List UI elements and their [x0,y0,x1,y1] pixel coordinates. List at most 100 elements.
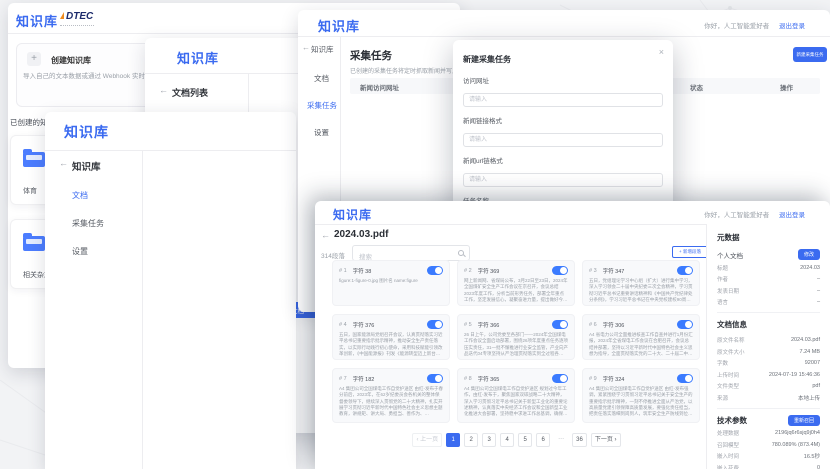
col-status: 状态 [690,82,703,92]
meta-value: – [817,288,820,294]
chunk-char-count: 字符 376 [353,321,375,329]
app-logo-doc: 知识库 [333,206,372,223]
back-arrow-icon[interactable]: ← [159,85,168,95]
logout-link[interactable]: 退出登录 [779,23,805,30]
back-arrow-icon[interactable]: ← [321,230,330,240]
doc-user-bar: 你好，人工智能爱好者 退出登录 [704,209,805,219]
chunk-enabled-toggle[interactable] [552,266,568,275]
sidebar-item-settings[interactable]: 设置 [314,127,329,138]
chunk-char-count: 字符 182 [353,375,375,383]
chunk-index: # 7 [339,376,347,382]
meta-label: 文件类型 [717,382,739,390]
chunk-card: # 4字符 376五日，国家能源局党组召开会议，认真贯彻落实习近平总书记重要指示… [332,314,450,360]
meta-label: 来源 [717,394,728,402]
chunk-index: # 3 [589,268,597,274]
tasks-user-bar: 你好，人工智能爱好者 退出登录 [704,20,805,30]
modal-title: 新建采集任务 [463,55,511,64]
meta-label: 语言 [717,298,728,306]
doc-title: 2024.03.pdf [334,229,388,240]
pagination-page-1[interactable]: 1 [446,433,460,447]
chunk-enabled-toggle[interactable] [677,320,693,329]
pagination-next[interactable]: 下一页 › [591,433,621,447]
meta-value: pdf [812,383,820,389]
chunk-text: figure:1-figure-0.jpg 图片名 name:figure [339,278,443,284]
kb-back-label[interactable]: 知识库 [72,159,101,173]
window-kb: 知识库 ← 知识库 文档 采集任务 设置 [45,112,296,469]
meta-value: 0 [817,465,820,469]
pagination-page-2[interactable]: 2 [464,433,478,447]
greeting-text: 你好，人工智能爱好者 [704,23,769,30]
meta-label: 字数 [717,359,728,367]
chunk-char-count: 字符 38 [353,267,372,275]
window-doc-detail: 知识库 你好，人工智能爱好者 退出登录 ← 2024.03.pdf 314段落 … [315,201,830,469]
meta-label: 原文件名称 [717,336,745,344]
sidebar-item-docs[interactable]: 文档 [314,73,329,84]
edit-metadata-button[interactable]: 修改 [798,249,820,260]
chunk-enabled-toggle[interactable] [427,266,443,275]
new-task-modal: 新建采集任务 × 访问网址 新闻链接格式 新闻url链格式 任务名称 是否定期执… [453,40,673,214]
chunk-text: 26 日上午，公司党委至各部门——2024年全国煤电工作会议全面启动部署，围绕2… [464,332,568,357]
sidebar-item-tasks[interactable]: 采集任务 [72,218,104,229]
field-label-url: 访问网址 [463,75,663,85]
chunk-card: # 8字符 365A4 集团公司全国煤电工作自觉护送区 规划过今年工作，由红-发… [457,368,575,423]
pagination-page-4[interactable]: 4 [500,433,514,447]
close-icon[interactable]: × [659,47,664,57]
meta-label: 召回模型 [717,441,739,449]
chunk-enabled-toggle[interactable] [552,320,568,329]
doclist-back-label[interactable]: 文档列表 [172,86,208,99]
chunk-card: # 9字符 324A4 集团公司全国煤电工作自觉护送区 由红-发布强调，紧紧围绕… [582,368,700,423]
meta-value: – [817,299,820,305]
folder-icon [23,152,45,167]
meta-value: 7.24 MB [800,349,820,355]
metadata-panel: 元数据 个人文档 修改 标题2024.03 作者– 发表日期– 语言– 文档信息… [706,224,830,469]
col-news-url: 新闻访问网址 [360,82,399,92]
chunk-char-count: 字符 347 [603,267,625,275]
chunk-enabled-toggle[interactable] [552,374,568,383]
chunk-enabled-toggle[interactable] [427,374,443,383]
chunk-enabled-toggle[interactable] [677,374,693,383]
chunk-char-count: 字符 324 [603,375,625,383]
field-input-url[interactable] [463,93,663,107]
meta-value: 16.5秒 [804,452,820,460]
chunk-text: 五日，党组理论学习中心组（扩大）进行集中学习，深入学习领会二十届中央纪委三次全会… [589,278,693,303]
app-logo-home: 知识库 [16,11,58,30]
pagination-page-36[interactable]: 36 [572,433,587,447]
chunk-char-count: 字符 306 [603,321,625,329]
re-recall-button[interactable]: 重新召回 [788,415,820,426]
field-input-link-format[interactable] [463,133,663,147]
chunk-index: # 6 [589,322,597,328]
pagination-page-6[interactable]: 6 [536,433,550,447]
chunk-text: A4 集团公司全国煤电工作自觉护送区 由红-发布于春分前后，2023年，在62岁… [339,386,443,417]
chunk-enabled-toggle[interactable] [427,320,443,329]
chunk-card: # 5 字符 366 26 日上午，公司党委至各部门——2024年全国煤电工作会议全… [457,314,575,360]
meta-label: 发表日期 [717,287,739,295]
plus-icon: + [27,52,41,66]
pagination: ‹ 上一页 1 2 3 4 5 6 ··· 36 下一页 › [332,433,701,447]
chunk-enabled-toggle[interactable] [677,266,693,275]
dtec-logo-caption [60,25,94,26]
chunk-text: 五日，国家能源局党组召开会议，认真贯彻落实习近平总书记重要指示批示精神，推动安全… [339,332,443,357]
logout-link[interactable]: 退出登录 [779,212,805,219]
chunk-index: # 8 [464,376,472,382]
meta-value: 2024-07-19 15:46:36 [769,372,820,378]
pagination-page-3[interactable]: 3 [482,433,496,447]
sidebar-item-settings[interactable]: 设置 [72,246,88,257]
add-paragraph-button[interactable]: + 新增段落 [672,246,708,258]
back-arrow-icon[interactable]: ← [59,158,68,168]
new-task-button[interactable]: 新建采集任务 [793,47,827,62]
field-input-url-format[interactable] [463,173,663,187]
sidebar-item-tasks[interactable]: 采集任务 [307,100,337,111]
tasks-back-label[interactable]: 知识库 [311,44,334,55]
chunk-card: # 2字符 369网上新闻网、省煤局公布，3月22日至23日，2024年全国煤矿… [457,260,575,306]
pagination-prev[interactable]: ‹ 上一页 [412,433,442,447]
chunk-card: # 7 字符 182 A4 集团公司全国煤电工作自觉护送区 由红-发布于春分前后，2… [332,368,450,423]
sidebar-item-docs[interactable]: 文档 [72,190,88,201]
app-logo-tasks: 知识库 [318,16,360,35]
greeting-text: 你好，人工智能爱好者 [704,212,769,219]
meta-value: 2196jq6r6sjq9j0h4 [775,430,820,436]
pagination-page-5[interactable]: 5 [518,433,532,447]
back-arrow-icon[interactable]: ← [302,43,310,52]
meta-label: 原文件大小 [717,348,745,356]
chunk-char-count: 字符 366 [478,321,500,329]
chunk-index: # 5 [464,322,472,328]
